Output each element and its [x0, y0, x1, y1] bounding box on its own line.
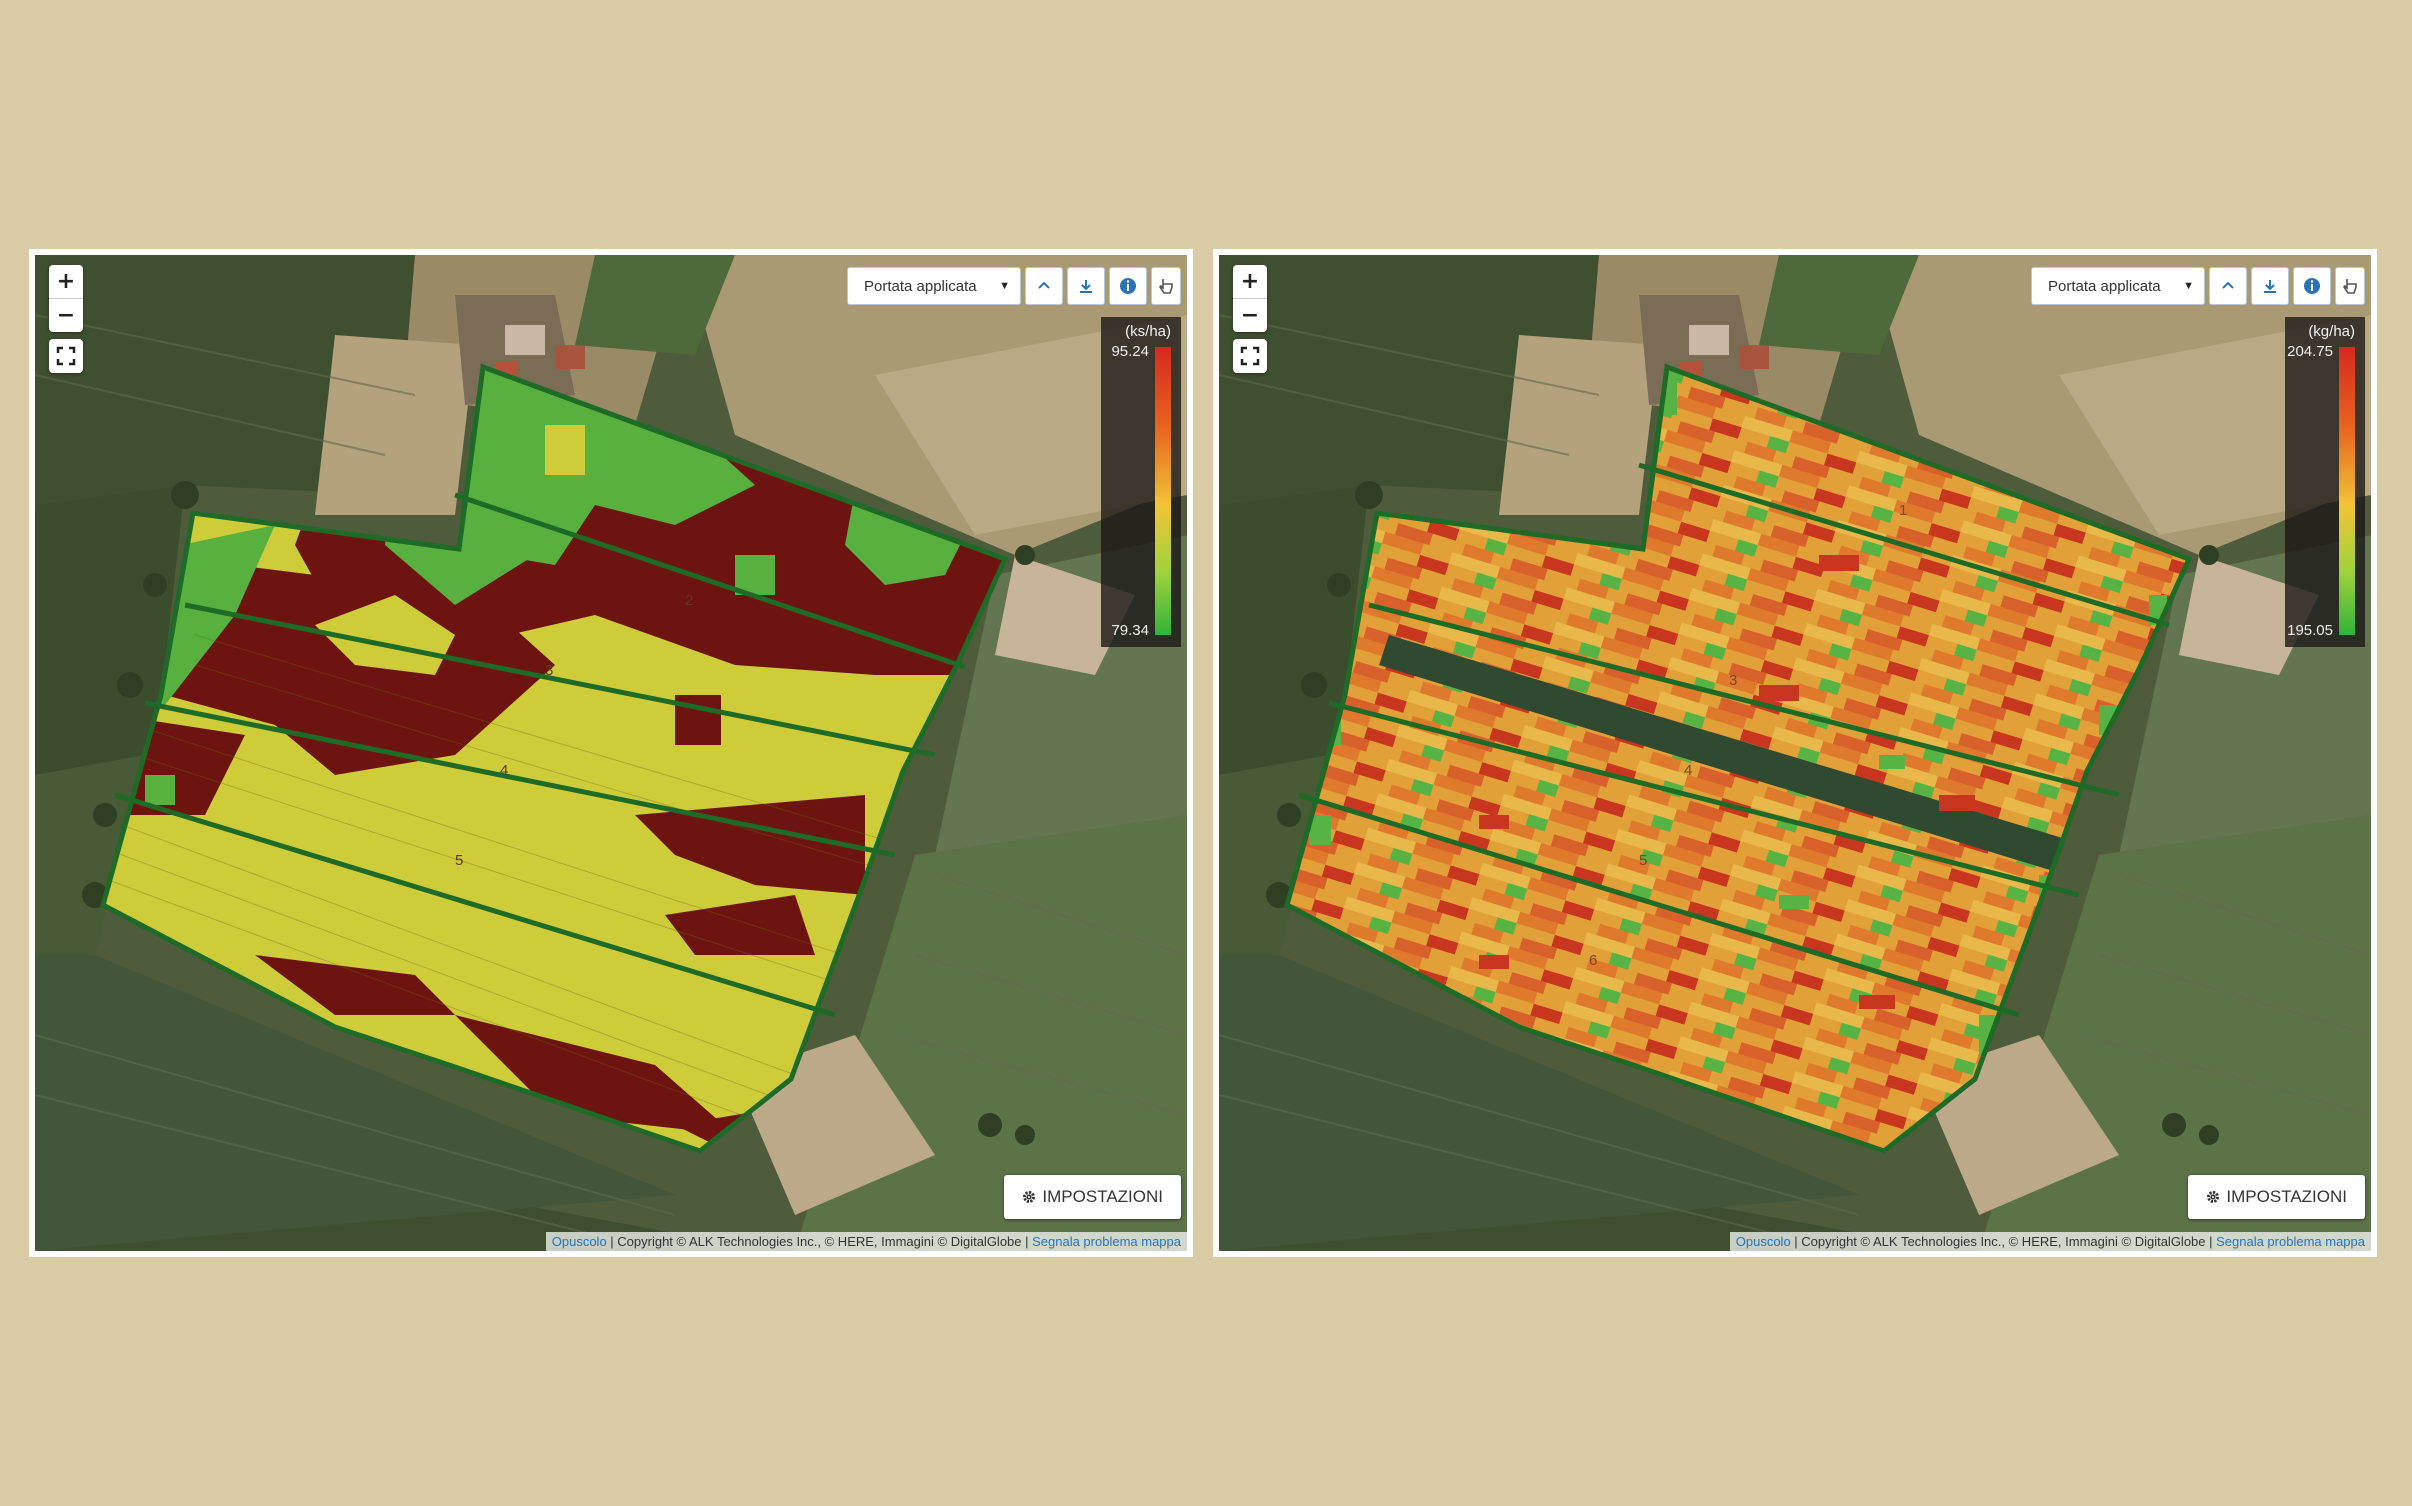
chevron-up-icon	[1038, 281, 1050, 289]
download-button[interactable]	[1067, 267, 1105, 305]
fullscreen-button[interactable]	[49, 339, 83, 373]
report-map-problem-link[interactable]: Segnala problema mappa	[2216, 1234, 2365, 1249]
legend-min: 195.05	[2287, 622, 2333, 639]
legend-color-bar	[1155, 347, 1171, 635]
zone-label: 4	[1684, 762, 1692, 779]
fullscreen-icon	[56, 346, 76, 366]
zone-label: 4	[500, 762, 508, 779]
collapse-button[interactable]	[1025, 267, 1063, 305]
pointer-icon	[1158, 279, 1173, 294]
layer-select[interactable]: Portata applicata ▼	[847, 267, 1021, 305]
settings-label: IMPOSTAZIONI	[2226, 1187, 2347, 1206]
fullscreen-icon	[1240, 346, 1260, 366]
info-button[interactable]	[1109, 267, 1147, 305]
attribution-text: | Copyright © ALK Technologies Inc., © H…	[606, 1234, 1033, 1249]
attribution-link-brochure[interactable]: Opuscolo	[552, 1234, 607, 1249]
info-icon	[2304, 278, 2320, 294]
zone-label: 3	[545, 662, 553, 679]
report-map-problem-link[interactable]: Segnala problema mappa	[1032, 1234, 1181, 1249]
map-attribution: Opuscolo | Copyright © ALK Technologies …	[545, 1232, 1187, 1251]
zone-label: 6	[1589, 952, 1597, 969]
zoom-in-button[interactable]: +	[1233, 265, 1267, 298]
color-legend: (kg/ha) 204.75 195.05	[2285, 317, 2365, 647]
zone-label: 2	[685, 592, 693, 609]
attribution-text: | Copyright © ALK Technologies Inc., © H…	[1790, 1234, 2217, 1249]
settings-button[interactable]: IMPOSTAZIONI	[2188, 1175, 2365, 1219]
map-viewport[interactable]: 2 3 4 5 + − Portata applicata ▼ (ks/ha) …	[35, 255, 1187, 1251]
layer-select-value: Portata applicata	[2048, 277, 2161, 295]
zoom-out-button[interactable]: −	[49, 298, 83, 332]
gear-icon	[2207, 1191, 2220, 1203]
legend-unit: (kg/ha)	[2308, 323, 2355, 340]
zone-label: 3	[1729, 672, 1737, 689]
download-button[interactable]	[2251, 267, 2289, 305]
zone-label: 5	[1639, 852, 1647, 869]
pointer-button[interactable]	[2335, 267, 2365, 305]
legend-max: 95.24	[1111, 343, 1149, 360]
legend-unit: (ks/ha)	[1125, 323, 1171, 340]
zone-label: 1	[1899, 502, 1907, 519]
info-button[interactable]	[2293, 267, 2331, 305]
download-icon	[1080, 280, 1092, 293]
zone-label: 5	[455, 852, 463, 869]
caret-down-icon: ▼	[999, 280, 1010, 292]
legend-max: 204.75	[2287, 343, 2333, 360]
pointer-button[interactable]	[1151, 267, 1181, 305]
map-toolbar: Portata applicata ▼	[2031, 267, 2365, 305]
zoom-in-button[interactable]: +	[49, 265, 83, 298]
gear-icon	[1023, 1191, 1036, 1203]
legend-min: 79.34	[1111, 622, 1149, 639]
legend-color-bar	[2339, 347, 2355, 635]
attribution-link-brochure[interactable]: Opuscolo	[1736, 1234, 1791, 1249]
satellite-basemap: 2 3 4 5	[35, 255, 1187, 1251]
map-panel-left[interactable]: 2 3 4 5 + − Portata applicata ▼ (ks/ha) …	[29, 249, 1193, 1257]
minus-icon: −	[1240, 303, 1260, 328]
plus-icon: +	[1240, 269, 1260, 294]
zoom-out-button[interactable]: −	[1233, 298, 1267, 332]
settings-button[interactable]: IMPOSTAZIONI	[1004, 1175, 1181, 1219]
caret-down-icon: ▼	[2183, 280, 2194, 292]
settings-label: IMPOSTAZIONI	[1042, 1187, 1163, 1206]
plus-icon: +	[56, 269, 76, 294]
zoom-control: + −	[49, 265, 83, 332]
fullscreen-button[interactable]	[1233, 339, 1267, 373]
color-legend: (ks/ha) 95.24 79.34	[1101, 317, 1181, 647]
zoom-control: + −	[1233, 265, 1267, 332]
minus-icon: −	[56, 303, 76, 328]
map-attribution: Opuscolo | Copyright © ALK Technologies …	[1729, 1232, 2371, 1251]
info-icon	[1120, 278, 1136, 294]
layer-select[interactable]: Portata applicata ▼	[2031, 267, 2205, 305]
map-toolbar: Portata applicata ▼	[847, 267, 1181, 305]
satellite-basemap: 1 3 4 5 6	[1219, 255, 2371, 1251]
map-panel-right[interactable]: 1 3 4 5 6 + − Portata applicata ▼ (kg/ha…	[1213, 249, 2377, 1257]
chevron-up-icon	[2222, 281, 2234, 289]
map-viewport[interactable]: 1 3 4 5 6 + − Portata applicata ▼ (kg/ha…	[1219, 255, 2371, 1251]
collapse-button[interactable]	[2209, 267, 2247, 305]
download-icon	[2264, 280, 2276, 293]
pointer-icon	[2342, 279, 2357, 294]
layer-select-value: Portata applicata	[864, 277, 977, 295]
